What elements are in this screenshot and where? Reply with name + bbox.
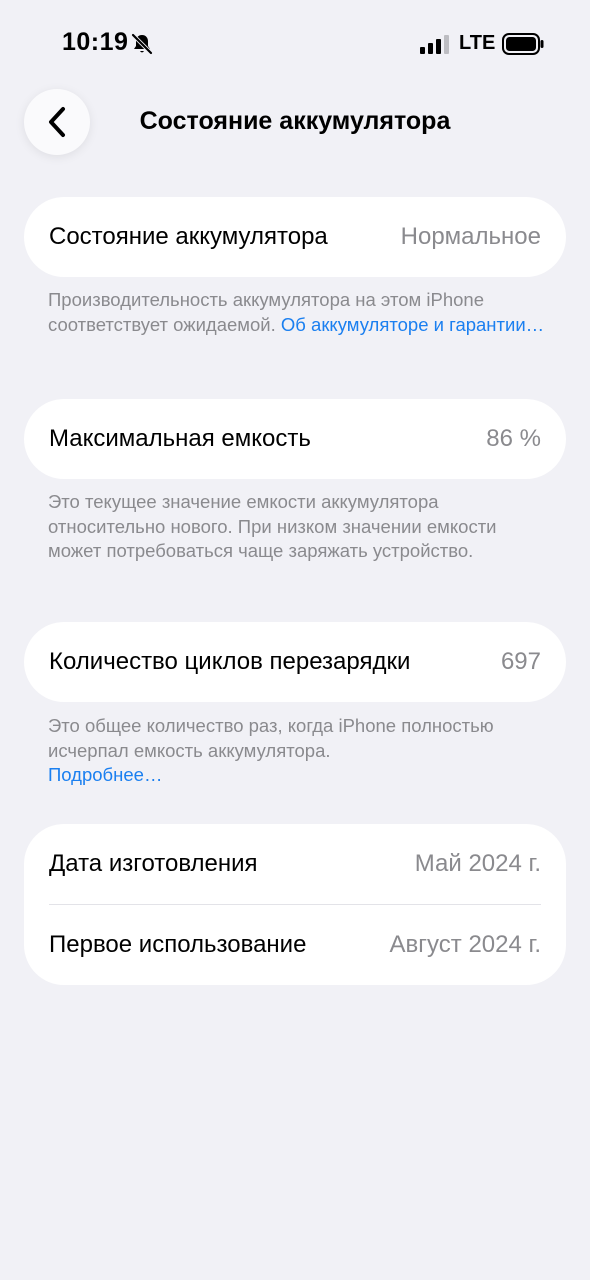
battery-health-card: Состояние аккумулятора Нормальное [24,197,566,277]
network-type: LTE [459,32,496,54]
cycle-count-note-text: Это общее количество раз, когда iPhone п… [48,715,494,761]
cycle-count-label: Количество циклов перезарядки [49,648,411,675]
battery-health-label: Состояние аккумулятора [49,223,328,250]
cycle-count-note: Это общее количество раз, когда iPhone п… [48,714,548,788]
first-use-row: Первое использование Август 2024 г. [24,905,566,985]
status-bar: 10:19 LTE [0,0,590,90]
chevron-left-icon [49,107,65,137]
battery-health-row: Состояние аккумулятора Нормальное [24,197,566,277]
cycle-count-row: Количество циклов перезарядки 697 [24,622,566,702]
max-capacity-label: Максимальная емкость [49,425,311,452]
page-title: Состояние аккумулятора [139,107,451,135]
battery-icon [502,33,544,55]
signal-bars-icon [420,35,449,54]
bell-slash-icon [131,33,153,55]
max-capacity-card: Максимальная емкость 86 % [24,399,566,479]
first-use-value: Август 2024 г. [389,931,541,958]
battery-warranty-link[interactable]: Об аккумуляторе и гарантии… [281,314,544,335]
battery-health-value: Нормальное [400,223,541,250]
status-time: 10:19 [62,28,129,56]
manufacture-date-row: Дата изготовления Май 2024 г. [24,824,566,904]
manufacture-date-label: Дата изготовления [49,850,258,877]
back-button[interactable] [24,89,90,155]
battery-health-note: Производительность аккумулятора на этом … [48,288,548,337]
first-use-label: Первое использование [49,931,307,958]
cycle-count-card: Количество циклов перезарядки 697 [24,622,566,702]
more-info-link[interactable]: Подробнее… [48,764,162,785]
max-capacity-value: 86 % [486,425,541,452]
dates-card: Дата изготовления Май 2024 г. Первое исп… [24,824,566,985]
manufacture-date-value: Май 2024 г. [414,850,541,877]
max-capacity-note: Это текущее значение емкости аккумулятор… [48,491,497,561]
max-capacity-row: Максимальная емкость 86 % [24,399,566,479]
battery-health-screen: 10:19 LTE Состояние аккумулятора Состоян… [0,0,590,1280]
cycle-count-value: 697 [500,648,541,675]
